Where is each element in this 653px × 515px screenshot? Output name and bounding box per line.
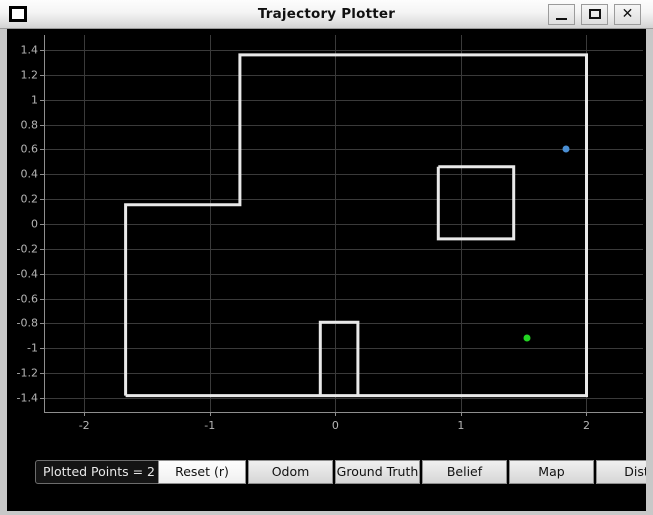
window-frame-left: [0, 29, 7, 511]
minimize-button[interactable]: [548, 4, 575, 25]
dist-button[interactable]: Dist.: [596, 460, 646, 484]
x-tick-label: -1: [204, 419, 216, 432]
data-point-belief: [562, 145, 570, 153]
window-frame-right: [646, 29, 653, 511]
belief-button[interactable]: Belief: [422, 460, 507, 484]
trajectory-plot[interactable]: 1.4 1.2 1 0.8 0.6 0.4 0.2 0 -0.2 -0.4 -0.6 -0.8 -1 -1…: [17, 35, 643, 432]
odom-button[interactable]: Odom: [248, 460, 333, 484]
y-tick-label: 1.4: [20, 43, 39, 57]
data-point-ground-truth: [523, 334, 531, 342]
window-frame-bottom: [0, 511, 653, 515]
y-tick-label: -1.4: [16, 391, 38, 405]
y-tick-label: -1: [27, 341, 38, 355]
ground-truth-button[interactable]: Ground Truth: [335, 460, 420, 484]
map-obstacle-upper: [436, 165, 516, 241]
maximize-icon: [588, 9, 601, 19]
maximize-button[interactable]: [581, 4, 608, 25]
map-obstacle-lower: [318, 320, 360, 396]
map-geometry: [124, 53, 588, 398]
minimize-icon: [556, 18, 567, 20]
x-tick-label: 0: [331, 419, 339, 432]
y-tick-label: -0.4: [16, 267, 38, 281]
bottom-toolbar: Plotted Points = 2 Reset (r) Odom Ground T…: [7, 450, 646, 511]
reset-button[interactable]: Reset (r): [158, 460, 246, 484]
y-tick-label: -0.2: [16, 242, 38, 256]
x-tick-label: 2: [582, 419, 590, 432]
map-button[interactable]: Map: [509, 460, 594, 484]
close-button[interactable]: ✕: [614, 4, 641, 25]
plot-panel: 1.4 1.2 1 0.8 0.6 0.4 0.2 0 -0.2 -0.4 -0.6 -0.8 -1 -1…: [7, 29, 646, 511]
y-tick-label: -0.6: [16, 292, 38, 306]
close-icon: ✕: [621, 6, 634, 22]
y-tick-label: 1.2: [20, 68, 39, 82]
y-tick-label: 0: [31, 217, 38, 231]
y-tick-label: 1: [31, 93, 38, 107]
x-tick-label: 1: [457, 419, 465, 432]
trajectory-plotter-window: Trajectory Plotter ✕ 1.4 1.2 1 0.8 0.6 0.4 0.2…: [0, 0, 653, 515]
y-tick-label: 0.4: [20, 167, 39, 181]
plotted-points-label: Plotted Points = 2: [35, 460, 163, 484]
map-outline: [124, 53, 588, 398]
x-tick-label: -2: [78, 419, 90, 432]
y-tick-label: -0.8: [16, 316, 38, 330]
y-tick-label: 0.6: [20, 142, 39, 156]
title-bar[interactable]: Trajectory Plotter ✕: [0, 0, 653, 29]
y-tick-label: -1.2: [16, 366, 38, 380]
y-tick-label: 0.8: [20, 118, 39, 132]
y-tick-label: 0.2: [20, 192, 39, 206]
